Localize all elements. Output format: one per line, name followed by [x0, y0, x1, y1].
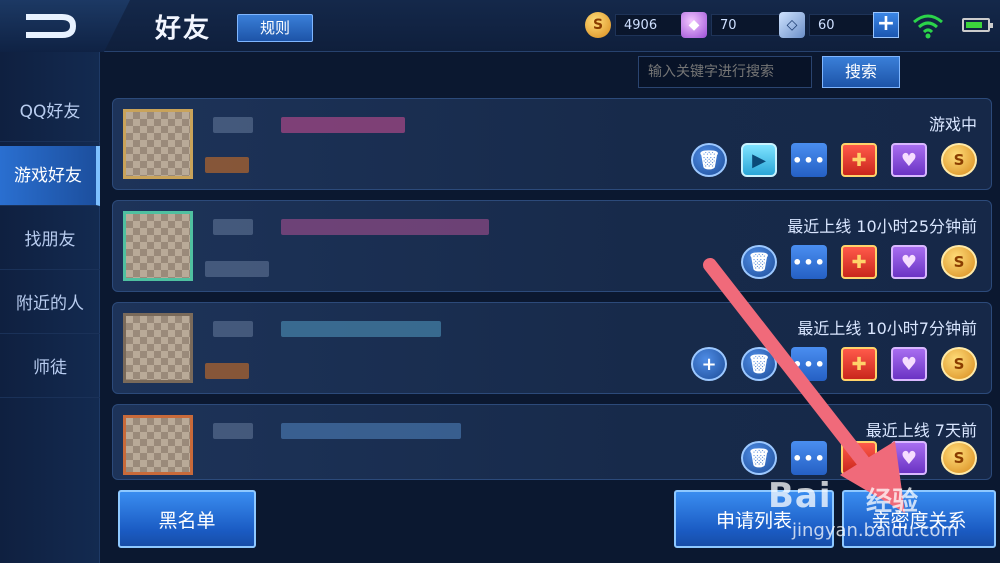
diamond-amount: 70: [711, 14, 781, 36]
friend-tag-blurred: [281, 219, 489, 235]
friend-name-blurred: [213, 117, 253, 133]
voucher-currency: ◇ 60: [779, 12, 879, 38]
battery-icon: [962, 18, 993, 32]
send-coin-button[interactable]: S: [941, 143, 977, 177]
watermark-sub: 经验: [866, 487, 919, 517]
avatar: [123, 211, 193, 281]
watermark-url: jingyan.baidu.com: [792, 520, 959, 541]
baidu-watermark: Bai 经验 jingyan.baidu.com: [768, 476, 1000, 556]
send-coin-button[interactable]: S: [941, 347, 977, 381]
friend-tag-blurred: [281, 423, 461, 439]
friend-name-blurred: [213, 219, 253, 235]
purple-diamond-icon: ◆: [681, 12, 707, 38]
friend-tag-blurred: [281, 117, 405, 133]
search-button[interactable]: 搜索: [822, 56, 900, 88]
intimacy-button[interactable]: ♥: [891, 143, 927, 177]
gold-amount: 4906: [615, 14, 685, 36]
gold-currency: S 4906: [585, 12, 685, 38]
online-status: 游戏中: [928, 115, 977, 134]
online-status: 最近上线 10小时25分钟前: [787, 217, 977, 236]
friend-level-blurred: [205, 261, 269, 277]
friend-level-blurred: [205, 363, 249, 379]
spectate-button[interactable]: ▶: [741, 143, 777, 177]
voucher-crystal-icon: ◇: [779, 12, 805, 38]
sidebar-item-find-friends[interactable]: 找朋友: [0, 210, 100, 270]
search-input[interactable]: [638, 56, 812, 88]
friend-level-blurred: [205, 157, 249, 173]
diamond-currency: ◆ 70: [681, 12, 781, 38]
sidebar-item-mentor[interactable]: 师徒: [0, 338, 100, 398]
wifi-icon: [913, 14, 943, 39]
sidebar: QQ好友 游戏好友 找朋友 附近的人 师徒: [0, 52, 100, 563]
recharge-button[interactable]: +: [873, 12, 899, 38]
friend-name-blurred: [213, 423, 253, 439]
avatar: [123, 109, 193, 179]
watermark-brand: Bai: [768, 476, 832, 516]
delete-friend-button[interactable]: 🗑: [691, 143, 727, 177]
send-coin-button[interactable]: S: [941, 245, 977, 279]
back-arrow-icon: [26, 14, 76, 38]
friend-name-blurred: [213, 321, 253, 337]
top-bar: 好友 规则 S 4906 ◆ 70 ◇ 60 +: [0, 0, 1000, 52]
back-button[interactable]: [0, 0, 130, 52]
avatar: [123, 415, 193, 475]
sidebar-item-nearby[interactable]: 附近的人: [0, 274, 100, 334]
chat-button[interactable]: •••: [791, 143, 827, 177]
friend-tag-blurred: [281, 321, 441, 337]
row-actions: 🗑 ▶ ••• ✚ ♥ S: [691, 143, 977, 177]
sidebar-item-qq-friends[interactable]: QQ好友: [0, 82, 100, 142]
avatar: [123, 313, 193, 383]
voucher-amount: 60: [809, 14, 879, 36]
send-coin-button[interactable]: S: [941, 441, 977, 475]
gold-coin-icon: S: [585, 12, 611, 38]
friend-row[interactable]: 游戏中 🗑 ▶ ••• ✚ ♥ S: [112, 98, 992, 190]
blacklist-button[interactable]: 黑名单: [118, 490, 256, 548]
sidebar-item-game-friends[interactable]: 游戏好友: [0, 146, 100, 206]
gift-button[interactable]: ✚: [841, 143, 877, 177]
page-title: 好友: [155, 14, 212, 44]
rules-button[interactable]: 规则: [237, 14, 313, 42]
